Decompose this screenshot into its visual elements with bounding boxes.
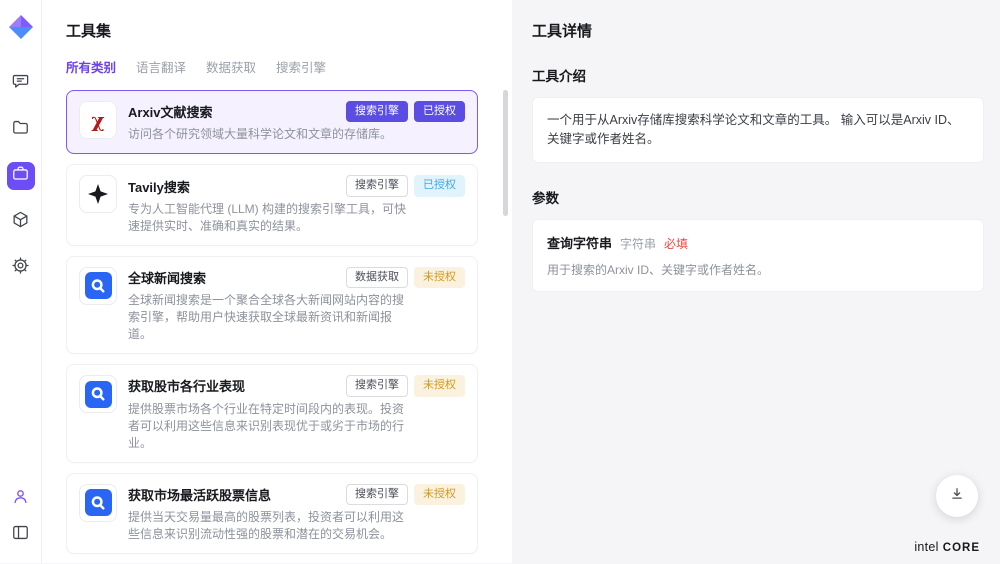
tool-name: 全球新闻搜索	[128, 268, 340, 287]
auth-status-badge: 已授权	[414, 175, 465, 196]
detail-title: 工具详情	[532, 20, 984, 41]
tool-card-list: χ Arxiv文献搜索 搜索引擎 已授权 访问各个研究领域大量科学论文和文章的存…	[66, 90, 512, 564]
chat-icon	[11, 72, 30, 96]
q-logo-icon	[79, 267, 117, 305]
tool-description: 访问各个研究领域大量科学论文和文章的存储库。	[128, 126, 408, 143]
intel-core-logo: intel CORE	[914, 540, 980, 554]
tool-description: 全球新闻搜索是一个聚合全球各大新闻网站内容的搜索引擎，帮助用户快速获取全球最新资…	[128, 292, 408, 343]
param-card: 查询字符串 字符串 必填 用于搜索的Arxiv ID、关键字或作者姓名。	[532, 219, 984, 292]
tool-name: Tavily搜索	[128, 177, 340, 196]
category-tag: 搜索引擎	[346, 484, 408, 505]
sidebar-item-collapse[interactable]	[7, 521, 35, 549]
auth-status-badge: 已授权	[414, 101, 465, 122]
scrollbar-thumb[interactable]	[503, 90, 508, 216]
tool-description: 提供当天交易量最高的股票列表，投资者可以利用这些信息来识别流动性强的股票和潜在的…	[128, 509, 408, 543]
tool-card-global-news[interactable]: 全球新闻搜索 数据获取 未授权 全球新闻搜索是一个聚合全球各大新闻网站内容的搜索…	[66, 256, 478, 354]
tool-name: Arxiv文献搜索	[128, 102, 340, 121]
tool-card-tavily[interactable]: Tavily搜索 搜索引擎 已授权 专为人工智能代理 (LLM) 构建的搜索引擎…	[66, 164, 478, 245]
app-window: 工具集 所有类别 语言翻译 数据获取 搜索引擎 χ Arxiv文献搜索 搜索引擎…	[0, 0, 1000, 563]
app-logo-icon	[8, 14, 34, 40]
tool-name: 获取股市各行业表现	[128, 376, 340, 395]
sidebar-item-plugins[interactable]	[7, 208, 35, 236]
auth-status-badge: 未授权	[414, 484, 465, 505]
tool-list-panel: 工具集 所有类别 语言翻译 数据获取 搜索引擎 χ Arxiv文献搜索 搜索引擎…	[42, 0, 512, 563]
params-section-title: 参数	[532, 187, 984, 207]
intel-logo-text: intel	[914, 540, 938, 554]
tool-card-arxiv[interactable]: χ Arxiv文献搜索 搜索引擎 已授权 访问各个研究领域大量科学论文和文章的存…	[66, 90, 478, 154]
tab-all-categories[interactable]: 所有类别	[66, 57, 116, 76]
core-logo-text: CORE	[943, 542, 980, 554]
param-name: 查询字符串	[547, 233, 612, 252]
tab-translation[interactable]: 语言翻译	[136, 57, 186, 76]
tool-card-active-stocks[interactable]: 获取市场最活跃股票信息 搜索引擎 未授权 提供当天交易量最高的股票列表，投资者可…	[66, 473, 478, 554]
tab-data-fetch[interactable]: 数据获取	[206, 57, 256, 76]
category-tag: 搜索引擎	[346, 101, 408, 122]
intro-section-title: 工具介绍	[532, 65, 984, 85]
download-button[interactable]	[936, 475, 978, 517]
sidebar-item-files[interactable]	[7, 116, 35, 144]
auth-status-badge: 未授权	[414, 375, 465, 396]
sidebar	[0, 0, 42, 563]
tool-name: 获取市场最活跃股票信息	[128, 485, 340, 504]
sidebar-item-user[interactable]	[7, 485, 35, 513]
param-description: 用于搜索的Arxiv ID、关键字或作者姓名。	[547, 261, 969, 278]
param-type: 字符串	[620, 235, 656, 252]
briefcase-icon	[11, 164, 30, 188]
sidebar-bottom	[7, 485, 35, 549]
auth-status-badge: 未授权	[414, 267, 465, 288]
arxiv-glyph: χ	[91, 108, 104, 132]
gear-icon	[11, 256, 30, 280]
tool-card-sector-performance[interactable]: 获取股市各行业表现 搜索引擎 未授权 提供股票市场各个行业在特定时间段内的表现。…	[66, 364, 478, 462]
category-tag: 搜索引擎	[346, 375, 408, 396]
category-tag: 数据获取	[346, 267, 408, 288]
folder-icon	[11, 118, 30, 142]
category-tag: 搜索引擎	[346, 175, 408, 196]
param-required-badge: 必填	[664, 235, 688, 252]
user-icon	[11, 487, 30, 511]
sidebar-item-settings[interactable]	[7, 254, 35, 282]
tool-description: 提供股票市场各个行业在特定时间段内的表现。投资者可以利用这些信息来识别表现优于或…	[128, 401, 408, 452]
tab-search-engine[interactable]: 搜索引擎	[276, 57, 326, 76]
q-logo-icon	[79, 484, 117, 522]
page-title: 工具集	[66, 20, 512, 41]
tool-detail-panel: 工具详情 工具介绍 一个用于从Arxiv存储库搜索科学论文和文章的工具。 输入可…	[512, 0, 1000, 563]
sidebar-item-tools[interactable]	[7, 162, 35, 190]
arxiv-icon: χ	[79, 101, 117, 139]
q-logo-icon	[79, 375, 117, 413]
download-icon	[948, 485, 966, 508]
star-icon	[79, 175, 117, 213]
panel-icon	[11, 523, 30, 547]
category-tabs: 所有类别 语言翻译 数据获取 搜索引擎	[66, 57, 512, 76]
sidebar-item-chat[interactable]	[7, 70, 35, 98]
tool-description: 专为人工智能代理 (LLM) 构建的搜索引擎工具，可快速提供实时、准确和真实的结…	[128, 201, 408, 235]
tool-intro-text: 一个用于从Arxiv存储库搜索科学论文和文章的工具。 输入可以是Arxiv ID…	[532, 97, 984, 163]
cube-icon	[11, 210, 30, 234]
